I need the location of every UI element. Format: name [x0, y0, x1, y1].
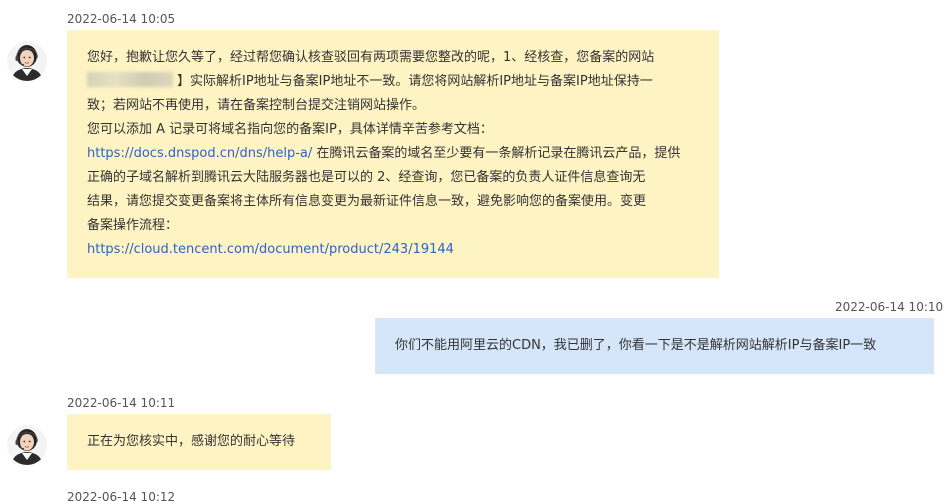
- dnspod-help-link[interactable]: https://docs.dnspod.cn/dns/help-a/: [87, 146, 312, 161]
- user-message-bubble: 你们不能用阿里云的CDN，我已删了，你看一下是不是解析网站解析IP与备案IP一致: [375, 318, 934, 374]
- message-line-text: 在腾讯云备案的域名至少要有一条解析记录在腾讯云产品，提供: [316, 146, 681, 161]
- message-line: 您可以添加 A 记录可将域名指向您的备案IP，具体详情辛苦参考文档：: [87, 122, 493, 137]
- redacted-domain: [87, 72, 173, 87]
- message-line: 正确的子域名解析到腾讯云大陆服务器也是可以的 2、经查询，您已备案的负责人证件信…: [87, 170, 646, 185]
- message-line-text: 】实际解析IP地址与备案IP地址不一致。请您将网站解析IP地址与备案IP地址保持…: [177, 74, 653, 89]
- message-line: 结果，请您提交变更备案将主体所有信息变更为最新证件信息一致，避免影响您的备案使用…: [87, 194, 647, 209]
- chat-transcript: 2022-06-14 10:05 您好，抱歉让您久等了，经过帮您确认核查驳回有两…: [0, 0, 945, 501]
- message-timestamp: 2022-06-14 10:10: [835, 300, 944, 314]
- message-text: 正在为您核实中，感谢您的耐心等待: [87, 434, 296, 449]
- message-line-with-link: https://docs.dnspod.cn/dns/help-a/ 在腾讯云备…: [87, 142, 699, 166]
- message-line: 备案操作流程：: [87, 218, 179, 233]
- message-line: 您好，抱歉让您久等了，经过帮您确认核查驳回有两项需要您整改的呢，1、经核查，您备…: [87, 50, 655, 65]
- agent-avatar-icon: [7, 41, 47, 81]
- message-line: 致；若网站不再使用，请在备案控制台提交注销网站操作。: [87, 98, 426, 113]
- agent-message-bubble: 您好，抱歉让您久等了，经过帮您确认核查驳回有两项需要您整改的呢，1、经核查，您备…: [67, 30, 719, 278]
- tencent-cloud-doc-link[interactable]: https://cloud.tencent.com/document/produ…: [87, 238, 699, 262]
- message-timestamp: 2022-06-14 10:12: [67, 490, 176, 501]
- message-timestamp: 2022-06-14 10:05: [67, 12, 176, 26]
- agent-message-bubble: 正在为您核实中，感谢您的耐心等待: [67, 414, 331, 470]
- agent-avatar-icon: [7, 425, 47, 465]
- message-line-with-redaction: 】实际解析IP地址与备案IP地址不一致。请您将网站解析IP地址与备案IP地址保持…: [87, 70, 699, 94]
- message-timestamp: 2022-06-14 10:11: [67, 396, 176, 410]
- message-text: 你们不能用阿里云的CDN，我已删了，你看一下是不是解析网站解析IP与备案IP一致: [395, 338, 877, 353]
